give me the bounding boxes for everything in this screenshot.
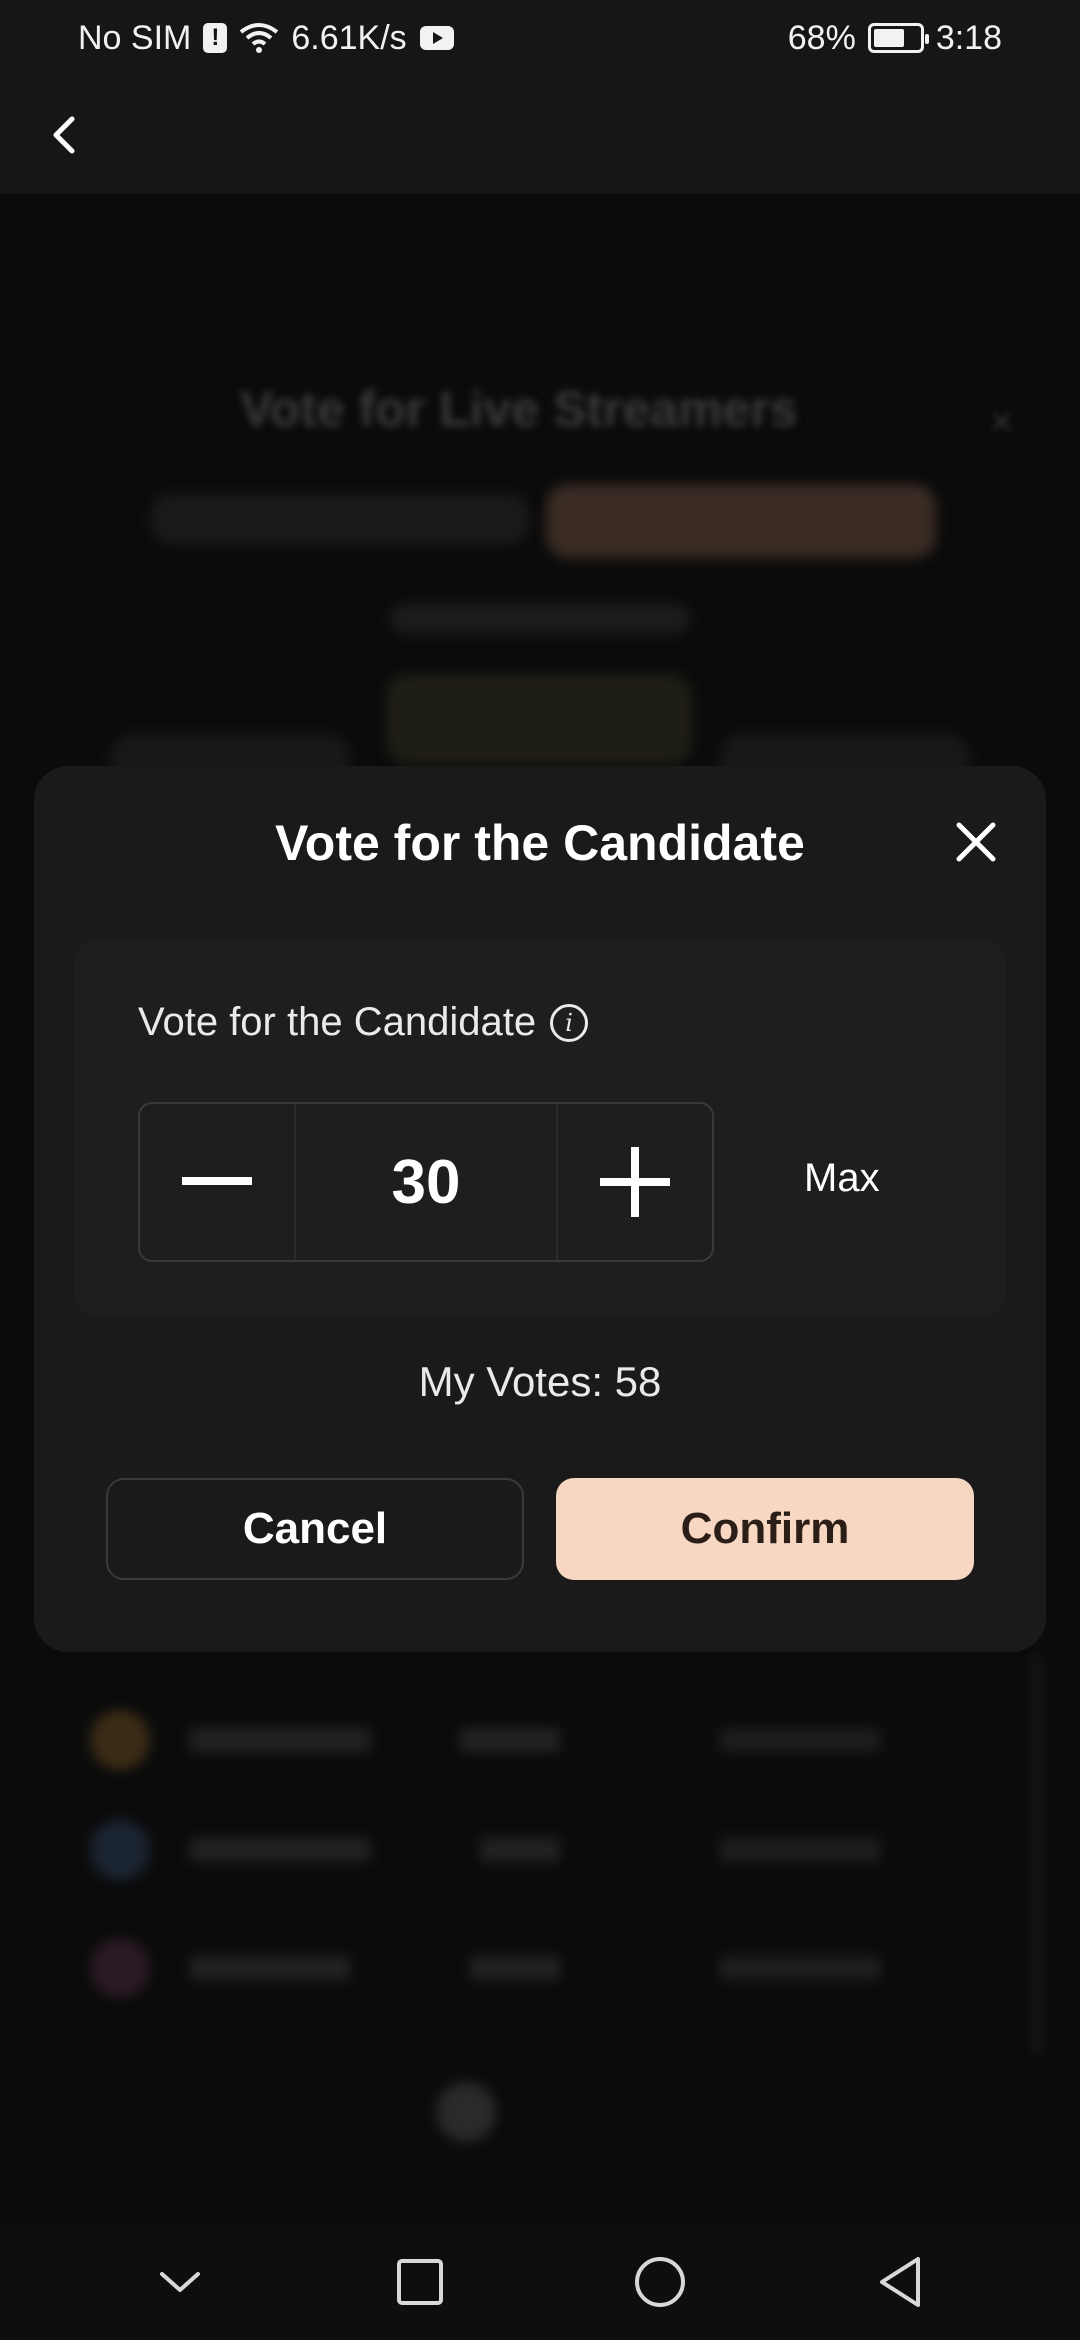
decrement-button[interactable] <box>140 1104 294 1260</box>
background-badge <box>386 674 692 764</box>
circle-icon <box>635 2257 685 2307</box>
increment-button[interactable] <box>558 1104 712 1260</box>
sim-alert-icon: ! <box>203 23 228 53</box>
background-close-icon: × <box>990 400 1014 444</box>
avatar <box>90 1820 150 1880</box>
chevron-down-icon <box>160 2272 200 2292</box>
background-row <box>90 1820 970 1880</box>
close-icon <box>956 822 996 862</box>
nav-collapse-button[interactable] <box>140 2242 220 2322</box>
triangle-back-icon <box>880 2257 920 2307</box>
youtube-icon <box>419 26 454 50</box>
nav-recents-button[interactable] <box>380 2242 460 2322</box>
field-label: Vote for the Candidate <box>138 1000 537 1044</box>
background-subtitle <box>390 604 690 634</box>
back-button[interactable] <box>34 105 94 165</box>
avatar <box>90 1938 150 1998</box>
close-button[interactable] <box>946 812 1006 872</box>
background-title: Vote for Live Streamers <box>240 381 798 437</box>
background-tab <box>150 494 530 544</box>
vote-dialog: Vote for the Candidate Vote for the Cand… <box>34 766 1046 1652</box>
battery-percent: 68% <box>787 18 856 57</box>
avatar <box>90 1710 150 1770</box>
background-row <box>90 1938 970 1998</box>
status-right: 68% 3:18 <box>788 19 1002 58</box>
nav-back-button[interactable] <box>860 2242 940 2322</box>
confirm-button[interactable]: Confirm <box>556 1478 974 1580</box>
my-votes-text: My Votes: 58 <box>418 1358 662 1405</box>
vote-stepper: 30 <box>138 1102 714 1262</box>
status-bar: No SIM ! 6.61K/s 68% 3:18 <box>0 0 1080 76</box>
background-pager-dot <box>436 2082 496 2142</box>
plus-icon <box>600 1147 670 1217</box>
chevron-left-icon <box>53 116 75 154</box>
carrier-label: No SIM <box>78 18 192 57</box>
max-button[interactable]: Max <box>804 1156 880 1201</box>
vote-input-card: Vote for the Candidate i 30 Max <box>74 938 1006 1318</box>
battery-icon <box>867 23 929 53</box>
app-bar <box>0 76 1080 194</box>
square-icon <box>397 2259 443 2305</box>
network-speed: 6.61K/s <box>291 18 407 57</box>
field-label-row: Vote for the Candidate i <box>138 1000 589 1045</box>
info-icon[interactable]: i <box>550 1003 589 1042</box>
cancel-button[interactable]: Cancel <box>106 1478 524 1580</box>
vote-count-input[interactable]: 30 <box>294 1104 558 1260</box>
background-scrollbar <box>1034 1654 1040 2054</box>
background-tab-active <box>546 484 936 558</box>
status-left: No SIM ! 6.61K/s <box>78 19 455 58</box>
battery-fill <box>873 29 904 47</box>
dialog-title: Vote for the Candidate <box>275 815 805 871</box>
system-nav-bar <box>0 2224 1080 2340</box>
clock: 3:18 <box>935 18 1002 57</box>
wifi-icon <box>240 23 279 53</box>
minus-icon <box>182 1177 252 1185</box>
background-row <box>90 1710 970 1770</box>
nav-home-button[interactable] <box>620 2242 700 2322</box>
